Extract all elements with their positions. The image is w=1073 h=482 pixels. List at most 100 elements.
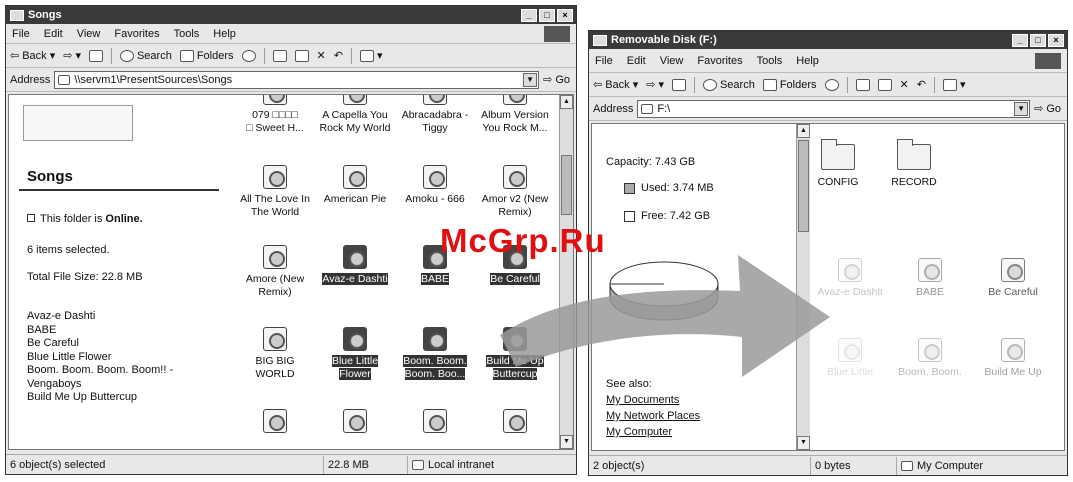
go-button[interactable]: ⇨ Go [1034,102,1061,116]
folders-button[interactable]: Folders [179,49,234,62]
folder-config[interactable]: CONFIG [810,139,866,189]
menu-file[interactable]: File [12,28,30,40]
audio-file-icon [423,165,447,189]
views-button[interactable]: ▾ [359,49,382,62]
undo-icon: ↶ [916,79,926,91]
file-item[interactable] [235,409,315,437]
menu-favorites[interactable]: Favorites [697,55,742,67]
audio-file-icon [343,245,367,269]
scroll-thumb[interactable] [798,140,809,232]
folder-record[interactable]: RECORD [882,139,946,189]
file-item[interactable]: Avaz-e Dashti [315,245,395,286]
forward-button[interactable]: ⇨ ▾ [646,78,664,91]
intranet-icon [412,459,424,470]
file-label: Avaz-e Dashti [322,273,388,285]
folder-icon [10,9,24,21]
file-item[interactable]: 079 □□□□ □ Sweet H... [235,95,315,135]
ghost-file: Be Careful [978,258,1048,299]
panel-heading: Songs [27,168,73,185]
scroll-down-button[interactable]: ▼ [797,436,810,450]
title-bar[interactable]: Removable Disk (F:) _ □ × [589,31,1067,49]
menu-help[interactable]: Help [796,55,819,67]
up-folder-icon [88,49,103,62]
file-item[interactable] [395,409,475,437]
audio-file-icon [918,258,942,282]
address-input[interactable]: \\servm1\PresentSources\Songs ▼ [54,70,540,89]
link-my-network-places[interactable]: My Network Places [606,410,700,422]
file-item[interactable]: BIG BIG WORLD [235,327,315,381]
menu-file[interactable]: File [595,55,613,67]
title-bar[interactable]: Songs _ □ × [6,6,576,24]
file-item[interactable]: Album Version You Rock M... [475,95,555,135]
history-button[interactable] [824,78,839,91]
ghost-file: Boom. Boom. [896,338,964,379]
file-item[interactable]: Blue Little Flower [315,327,395,381]
up-folder-button[interactable] [671,78,686,91]
search-button[interactable]: Search [119,49,172,62]
free-swatch [624,210,635,222]
file-item[interactable]: Amor v2 (New Remix) [475,165,555,219]
move-to-button[interactable] [272,49,287,62]
views-button[interactable]: ▾ [942,78,965,91]
copy-to-icon [877,78,892,91]
file-item[interactable] [475,409,555,437]
move-to-icon [855,78,870,91]
close-button[interactable]: × [1048,33,1064,47]
link-my-documents[interactable]: My Documents [606,394,700,406]
file-item[interactable]: American Pie [315,165,395,206]
audio-file-icon [263,327,287,351]
minimize-button[interactable]: _ [521,8,537,22]
menu-favorites[interactable]: Favorites [114,28,159,40]
address-dropdown-button[interactable]: ▼ [523,72,538,87]
delete-button[interactable]: ✕ [317,49,326,62]
close-button[interactable]: × [557,8,573,22]
menu-help[interactable]: Help [213,28,236,40]
up-folder-button[interactable] [88,49,103,62]
copy-to-button[interactable] [294,49,309,62]
menu-tools[interactable]: Tools [757,55,783,67]
info-panel: Songs This folder is Online. 6 items sel… [9,95,227,449]
address-input[interactable]: F:\ ▼ [637,99,1031,118]
menu-view[interactable]: View [660,55,684,67]
file-item[interactable]: Amore (New Remix) [235,245,315,299]
undo-button[interactable]: ↶ [334,49,343,62]
menu-tools[interactable]: Tools [174,28,200,40]
minimize-button[interactable]: _ [1012,33,1028,47]
back-button[interactable]: ⇦ Back ▾ [593,78,638,92]
file-item[interactable]: All The Love In The World [235,165,315,219]
forward-button[interactable]: ⇨ ▾ [63,49,81,62]
undo-button[interactable]: ↶ [917,78,926,91]
used-legend: Used: 3.74 MB [624,182,714,194]
file-item[interactable]: Abracadabra - Tiggy [395,95,475,135]
move-to-button[interactable] [855,78,870,91]
file-item[interactable]: Boom. Boom. Boom. Boo... [395,327,475,381]
menu-view[interactable]: View [77,28,101,40]
file-item[interactable]: A Capella You Rock My World [315,95,395,135]
file-item[interactable]: Amoku - 666 [395,165,475,206]
folders-button[interactable]: Folders [762,78,817,91]
address-dropdown-button[interactable]: ▼ [1014,101,1029,116]
forward-arrow-icon: ⇨ [646,79,656,91]
scroll-down-button[interactable]: ▼ [560,435,573,449]
go-button[interactable]: ⇨ Go [543,73,570,87]
file-item[interactable] [315,409,395,437]
maximize-button[interactable]: □ [539,8,555,22]
scroll-up-button[interactable]: ▲ [797,124,810,138]
link-my-computer[interactable]: My Computer [606,426,700,438]
file-label: Album Version You Rock M... [481,109,549,134]
copy-to-button[interactable] [877,78,892,91]
history-button[interactable] [241,49,256,62]
status-bar: 2 object(s) 0 bytes My Computer [589,455,1067,475]
maximize-button[interactable]: □ [1030,33,1046,47]
delete-button[interactable]: ✕ [900,78,909,91]
scroll-up-button[interactable]: ▲ [560,95,573,109]
capacity-text: Capacity: 7.43 GB [606,156,696,168]
scroll-thumb[interactable] [561,155,572,215]
menu-edit[interactable]: Edit [627,55,646,67]
used-swatch [624,182,635,194]
menu-edit[interactable]: Edit [44,28,63,40]
audio-file-icon [503,409,527,433]
status-bar: 6 object(s) selected 22.8 MB Local intra… [6,454,576,474]
search-button[interactable]: Search [702,78,755,91]
back-button[interactable]: ⇦ Back ▾ [10,49,55,63]
